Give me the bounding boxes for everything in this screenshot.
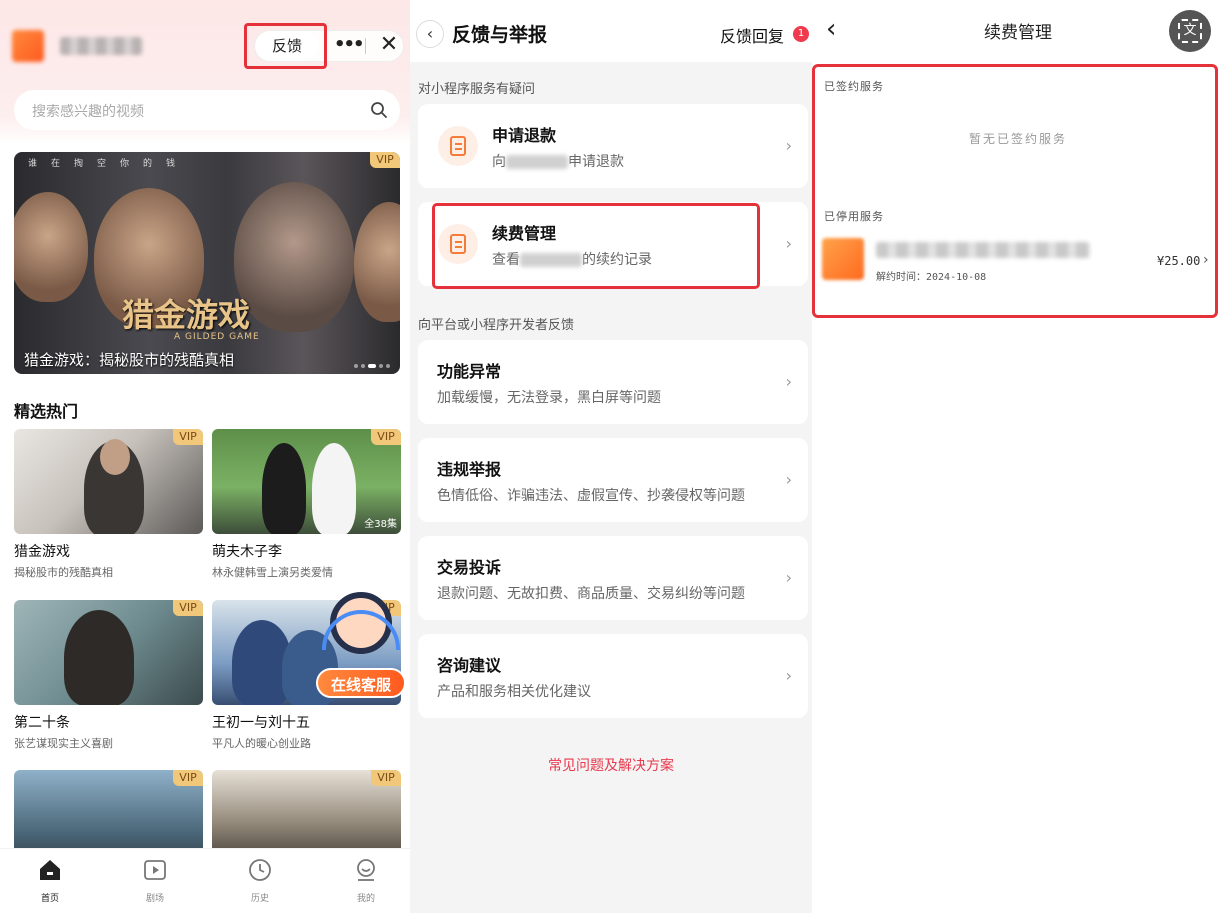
banner-art (234, 182, 354, 332)
chevron-right-icon: › (785, 136, 792, 155)
video-card[interactable]: VIP 全38集 萌夫木子李 林永健韩雪上演另类爱情 (212, 429, 401, 580)
banner-carousel[interactable]: 谁在掏空你的钱 VIP 猎金游戏 A GILDED GAME 猎金游戏：揭秘股市… (14, 152, 400, 374)
video-title: 猎金游戏 (14, 544, 70, 560)
search-placeholder: 搜索感兴趣的视频 (32, 104, 144, 120)
item-desc: 色情低俗、诈骗违法、虚假宣传、抄袭侵权等问题 (437, 488, 745, 504)
vip-badge: VIP (173, 600, 203, 616)
video-thumbnail: VIP (14, 600, 203, 705)
play-icon (144, 860, 166, 880)
page-header: ‹ 反馈与举报 反馈回复 1 (410, 0, 812, 62)
video-title: 第二十条 (14, 715, 70, 731)
item-title: 违规举报 (437, 460, 502, 479)
vip-badge: VIP (371, 770, 401, 786)
item-desc: 产品和服务相关优化建议 (437, 684, 591, 700)
app-logo (12, 30, 44, 62)
tab-label: 历史 (250, 894, 269, 904)
document-icon (438, 126, 478, 166)
user-icon (357, 859, 375, 881)
vip-badge: VIP (173, 770, 203, 786)
section-label: 对小程序服务有疑问 (418, 82, 536, 97)
more-dots-icon[interactable]: ••• (334, 32, 365, 58)
close-icon[interactable]: ✕ (376, 31, 402, 59)
banner-art (354, 202, 400, 322)
video-thumbnail: VIP (14, 429, 203, 534)
item-desc: 退款问题、无故扣费、商品质量、交易纠纷等问题 (437, 586, 745, 602)
home-icon (40, 860, 60, 880)
item-title: 交易投诉 (437, 558, 502, 577)
unread-badge: 1 (793, 26, 809, 42)
tab-mine[interactable]: 我的 (336, 857, 396, 904)
translate-icon[interactable]: 文 (1169, 10, 1211, 52)
mini-program-home: 反馈 ••• ✕ 搜索感兴趣的视频 谁在掏空你的钱 VIP 猎金游戏 A GIL… (0, 0, 410, 913)
video-title: 萌夫木子李 (212, 544, 282, 560)
section-label: 向平台或小程序开发者反馈 (418, 318, 575, 333)
feedback-item[interactable]: 违规举报 色情低俗、诈骗违法、虚假宣传、抄袭侵权等问题 › (418, 438, 808, 522)
video-subtitle: 平凡人的暖心创业路 (212, 737, 311, 750)
tab-label: 我的 (356, 894, 375, 904)
customer-service-button[interactable]: 在线客服 (316, 590, 406, 700)
video-title: 王初一与刘十五 (212, 715, 310, 731)
banner-art (14, 192, 88, 302)
episode-count: 全38集 (364, 519, 397, 530)
video-subtitle: 张艺谋现实主义喜剧 (14, 737, 113, 750)
vip-badge: VIP (173, 429, 203, 445)
capsule-divider (365, 38, 366, 54)
tab-label: 首页 (40, 894, 59, 904)
highlight-box-service-list (812, 64, 1218, 318)
page-title: 反馈与举报 (452, 24, 548, 46)
banner-caption: 猎金游戏：揭秘股市的残酷真相 (24, 351, 235, 369)
banner-title-art: 猎金游戏 (122, 296, 251, 334)
bottom-tab-bar: 首页 剧场 历史 我的 (0, 848, 410, 913)
item-desc: 向申请退款 (492, 154, 624, 170)
item-desc: 加载缓慢，无法登录，黑白屏等问题 (437, 390, 661, 406)
search-icon[interactable] (370, 101, 388, 119)
chevron-right-icon: › (785, 234, 792, 253)
highlight-box-renewal (432, 203, 760, 289)
video-thumbnail: VIP 全38集 (212, 429, 401, 534)
video-subtitle: 揭秘股市的残酷真相 (14, 566, 113, 579)
page-title: 续费管理 (984, 23, 1052, 43)
tab-home[interactable]: 首页 (20, 857, 80, 904)
screenshot-root: 反馈 ••• ✕ 搜索感兴趣的视频 谁在掏空你的钱 VIP 猎金游戏 A GIL… (0, 0, 1224, 913)
search-bar[interactable]: 搜索感兴趣的视频 (14, 90, 400, 130)
chevron-right-icon: › (785, 666, 792, 685)
feedback-report-page: ‹ 反馈与举报 反馈回复 1 对小程序服务有疑问 申请退款 向申请退款 › 续费… (410, 0, 812, 913)
section-title: 精选热门 (14, 402, 79, 421)
feedback-item[interactable]: 功能异常 加载缓慢，无法登录，黑白屏等问题 › (418, 340, 808, 424)
item-title: 申请退款 (492, 126, 557, 145)
vip-badge: VIP (371, 429, 401, 445)
feedback-item[interactable]: 交易投诉 退款问题、无故扣费、商品质量、交易纠纷等问题 › (418, 536, 808, 620)
back-icon[interactable]: ‹ (416, 20, 444, 48)
chevron-right-icon: › (785, 470, 792, 489)
tab-theater[interactable]: 剧场 (125, 857, 185, 904)
vip-badge: VIP (370, 152, 400, 168)
chevron-right-icon: › (785, 568, 792, 587)
faq-link[interactable]: 常见问题及解决方案 (410, 755, 812, 775)
video-card[interactable]: VIP 猎金游戏 揭秘股市的残酷真相 (14, 429, 203, 580)
tab-label: 剧场 (145, 894, 164, 904)
customer-service-label: 在线客服 (316, 668, 406, 698)
banner-tagline: 谁在掏空你的钱 (28, 159, 190, 169)
tab-history[interactable]: 历史 (230, 857, 290, 904)
app-name-redacted (60, 37, 142, 55)
item-title: 功能异常 (437, 362, 502, 381)
highlight-box-feedback (244, 23, 327, 69)
refund-item[interactable]: 申请退款 向申请退款 › (418, 104, 808, 188)
video-subtitle: 林永健韩雪上演另类爱情 (212, 566, 333, 579)
banner-title-en: A GILDED GAME (174, 332, 260, 342)
item-title: 咨询建议 (437, 656, 502, 675)
feedback-item[interactable]: 咨询建议 产品和服务相关优化建议 › (418, 634, 808, 718)
chevron-right-icon: › (785, 372, 792, 391)
clock-icon (249, 859, 271, 881)
carousel-indicator (354, 364, 390, 368)
video-card[interactable]: VIP 第二十条 张艺谋现实主义喜剧 (14, 600, 203, 751)
feedback-reply-link[interactable]: 反馈回复 (720, 23, 784, 47)
